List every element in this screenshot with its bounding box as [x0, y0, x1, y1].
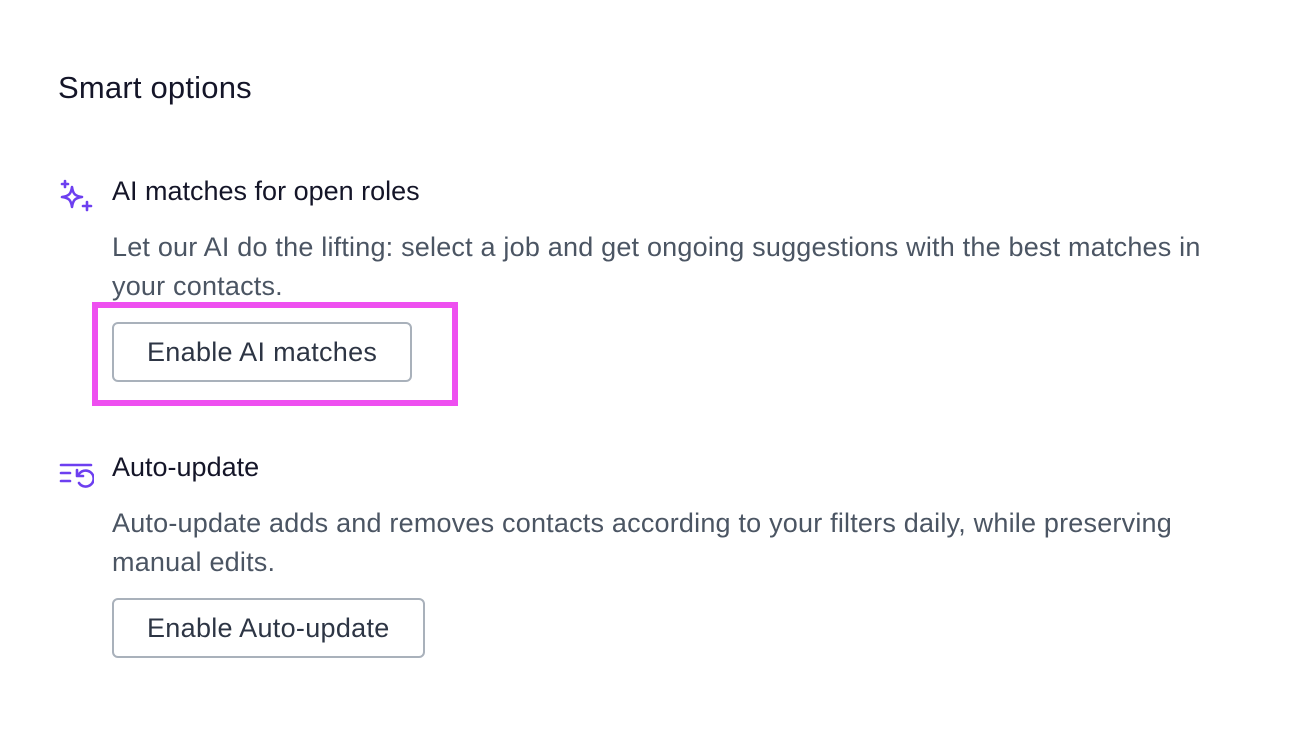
enable-ai-matches-button[interactable]: Enable AI matches	[112, 322, 413, 382]
option-title: Auto-update	[112, 452, 260, 482]
option-description: Auto-update adds and removes contacts ac…	[112, 508, 1172, 577]
smart-options-page: Smart options AI matches for open roles …	[0, 0, 1300, 732]
list-refresh-icon	[58, 454, 95, 490]
sparkles-icon	[58, 178, 94, 214]
section-title: Smart options	[58, 70, 252, 105]
option-title: AI matches for open roles	[112, 176, 420, 206]
enable-auto-update-button[interactable]: Enable Auto-update	[112, 598, 425, 658]
option-description: Let our AI do the lifting: select a job …	[112, 232, 1201, 301]
